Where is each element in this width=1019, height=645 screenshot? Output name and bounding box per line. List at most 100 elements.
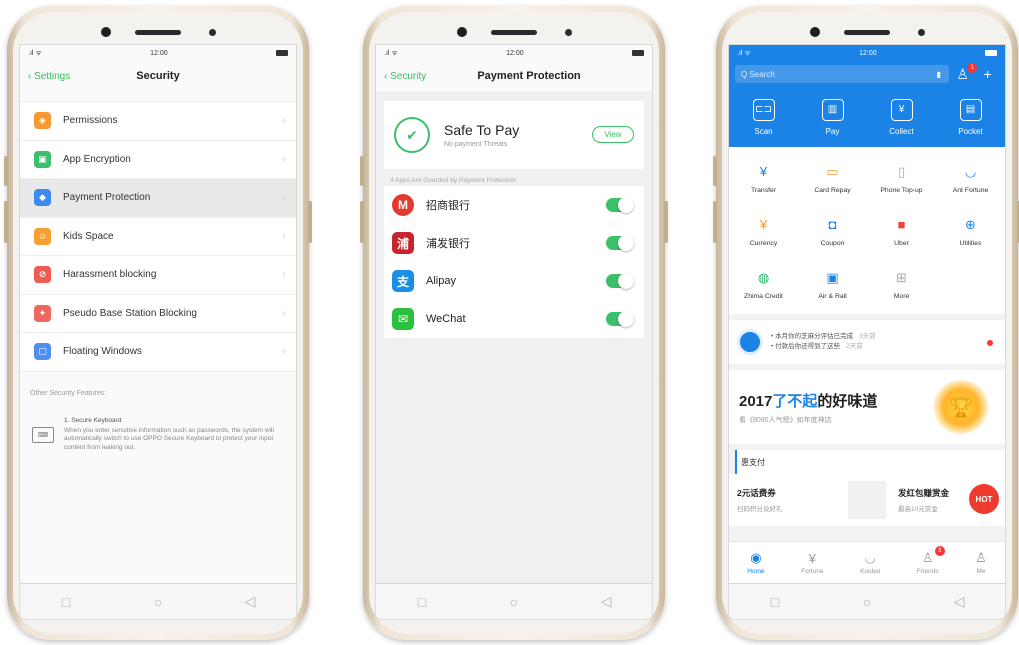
front-camera — [810, 27, 820, 37]
recents-icon[interactable]: □ — [412, 594, 432, 610]
list-item-payment-protection[interactable]: ◆ Payment Protection › — [20, 179, 296, 218]
grid-item-uber[interactable]: ■ Uber — [867, 204, 936, 257]
service-grid: ¥ Transfer ▭ Card Repay ▯ Phone Top-up ◡ Ant… — [729, 147, 1005, 314]
security-list: ◈ Permissions › ▣ App Encryption › ◆ Payme… — [20, 101, 296, 372]
stage: .ıl ᯤ 12:00 ‹ Settings Security ◈ Permis… — [0, 0, 1019, 645]
tab-home[interactable]: ◉ Home — [747, 550, 764, 575]
app-name: 招商银行 — [426, 200, 470, 212]
chevron-right-icon: › — [282, 192, 286, 204]
scan-button[interactable]: ⊏⊐ Scan — [734, 98, 794, 136]
collect-button[interactable]: ¥ Collect — [872, 98, 932, 136]
header: ‹ Security Payment Protection — [376, 61, 652, 91]
protection-toggle[interactable] — [606, 311, 634, 327]
earpiece — [844, 30, 890, 35]
home-icon[interactable]: ○ — [857, 594, 877, 610]
back-icon[interactable]: ◁ — [240, 593, 260, 610]
tab-fortune[interactable]: ¥ Fortune — [801, 551, 823, 575]
guarded-app-list: M 招商银行 浦 浦发银行 支 Alipay ✉ WeChat — [384, 186, 644, 338]
status-bar: .ıl ᯤ 12:00 — [20, 45, 296, 61]
list-item-app: 浦 浦发银行 — [384, 224, 644, 262]
status-time: 12:00 — [859, 49, 877, 57]
protection-toggle[interactable] — [606, 235, 634, 251]
grid-item-utilities[interactable]: ⊕ Utilities — [936, 204, 1005, 257]
tab-me[interactable]: ♙ Me — [975, 550, 987, 575]
list-item-harassment-blocking[interactable]: ⊘ Harassment blocking › — [20, 256, 296, 295]
friends-icon: ♙ — [921, 550, 934, 565]
list-item-app-encryption[interactable]: ▣ App Encryption › — [20, 140, 296, 179]
status-time: 12:00 — [506, 49, 524, 57]
grid-item-phone-top-up[interactable]: ▯ Phone Top-up — [867, 151, 936, 204]
me-icon: ♙ — [975, 550, 987, 565]
deal-image — [848, 481, 886, 519]
chevron-right-icon: › — [282, 115, 286, 127]
back-button[interactable]: ‹ Security — [384, 71, 426, 82]
notification-card[interactable]: • 本月你的芝麻分评估已完成 3天前 • 付款后你还得到了这些 2天前 — [729, 320, 1005, 364]
list-item-pseudo-base-station[interactable]: ✦ Pseudo Base Station Blocking › — [20, 294, 296, 333]
protection-toggle[interactable] — [606, 197, 634, 213]
status-bar: .ıl ᯤ 12:00 — [729, 45, 1005, 61]
fortune-icon: ¥ — [808, 550, 816, 566]
pay-button[interactable]: ▥ Pay — [803, 98, 863, 136]
chevron-right-icon: › — [282, 269, 286, 281]
nav-bar: □ ○ ◁ — [375, 584, 653, 620]
grid-item-coupon[interactable]: ◘ Coupon — [798, 204, 867, 257]
alipay-header: Q Search ▮ ♙ 1 + ⊏⊐ Scan ▥ Pay ¥ Collect ▤ P… — [729, 61, 1005, 147]
nav-bar: □ ○ ◁ — [19, 584, 297, 620]
coupon-icon: ◘ — [828, 217, 837, 232]
grid-item-ant-fortune[interactable]: ◡ Ant Fortune — [936, 151, 1005, 204]
list-item-floating-windows[interactable]: ▢ Floating Windows › — [20, 333, 296, 372]
signal-icon: .ıl ᯤ — [28, 49, 42, 57]
screen: .ıl ᯤ 12:00 ‹ Settings Security ◈ Permis… — [19, 44, 297, 584]
pocket-button[interactable]: ▤ Pocket — [941, 98, 1001, 136]
block-icon: ⊘ — [34, 266, 51, 284]
back-icon[interactable]: ◁ — [949, 593, 969, 610]
header: ‹ Settings Security — [20, 61, 296, 91]
signal-icon: .ıl ᯤ — [737, 49, 751, 57]
search-input[interactable]: Q Search ▮ — [735, 65, 949, 83]
collect-icon: ¥ — [890, 98, 913, 121]
page-title: Payment Protection — [477, 70, 581, 82]
recents-icon[interactable]: □ — [765, 594, 785, 610]
keyboard-title: 1. Secure Keyboard — [64, 416, 122, 424]
home-icon[interactable]: ○ — [504, 594, 524, 610]
screen: .ıl ᯤ 12:00 ‹ Security Payment Protectio… — [375, 44, 653, 584]
chevron-right-icon: › — [282, 230, 286, 242]
other-features-label: Other Security Features: — [30, 389, 107, 397]
list-item-app: M 招商银行 — [384, 186, 644, 224]
grid-item-zhima-credit[interactable]: ◍ Zhima Credit — [729, 257, 798, 310]
promo-banner[interactable]: 2017了不起的好味道 看《8090人气榜》如年度神店 🏆︎ — [729, 370, 1005, 444]
list-item-permissions[interactable]: ◈ Permissions › — [20, 102, 296, 141]
tab-koubei[interactable]: ◡ Koubei — [860, 550, 880, 575]
deals-row: 2元话费券 扫码积分兑好礼 发红包赚赏金 最高10元赏金 HOT — [729, 474, 1005, 526]
battery-icon — [985, 50, 997, 56]
tab-bar: ◉ Home ¥ Fortune ◡ Koubei ♙ Friends 3 ♙ Me — [729, 541, 1005, 583]
tab-friends[interactable]: ♙ Friends 3 — [917, 546, 945, 575]
back-icon[interactable]: ◁ — [596, 593, 616, 610]
mic-icon[interactable]: ▮ — [937, 70, 941, 79]
status-time: 12:00 — [150, 49, 168, 57]
view-button[interactable]: View — [592, 126, 634, 143]
spdb-bank-icon: 浦 — [392, 232, 414, 254]
safe-subtitle: No payment Threats — [444, 141, 508, 148]
grid-item-more[interactable]: ⊞ More — [867, 257, 936, 310]
card-icon: ▭ — [826, 163, 839, 179]
pay-icon: ▥ — [821, 98, 844, 121]
front-camera — [457, 27, 467, 37]
nav-bar: □ ○ ◁ — [728, 584, 1006, 620]
scan-icon: ⊏⊐ — [752, 98, 775, 121]
battery-icon — [276, 50, 288, 56]
back-button[interactable]: ‹ Settings — [28, 71, 70, 82]
train-icon: ▣ — [826, 269, 839, 285]
deal-item[interactable]: 2元话费券 扫码积分兑好礼 — [737, 487, 836, 513]
home-icon[interactable]: ○ — [148, 594, 168, 610]
keyboard-description: When you enter sensitive information suc… — [64, 426, 274, 451]
add-icon[interactable]: + — [984, 66, 992, 83]
recents-icon[interactable]: □ — [56, 594, 76, 610]
grid-item-currency[interactable]: ¥ Currency — [729, 204, 798, 257]
protection-toggle[interactable] — [606, 273, 634, 289]
grid-item-card-repay[interactable]: ▭ Card Repay — [798, 151, 867, 204]
safe-to-pay-card: ✔ Safe To Pay No payment Threats View — [384, 101, 644, 169]
list-item-kids-space[interactable]: ☺ Kids Space › — [20, 217, 296, 256]
grid-item-air-rail[interactable]: ▣ Air & Rail — [798, 257, 867, 310]
grid-item-transfer[interactable]: ¥ Transfer — [729, 151, 798, 204]
